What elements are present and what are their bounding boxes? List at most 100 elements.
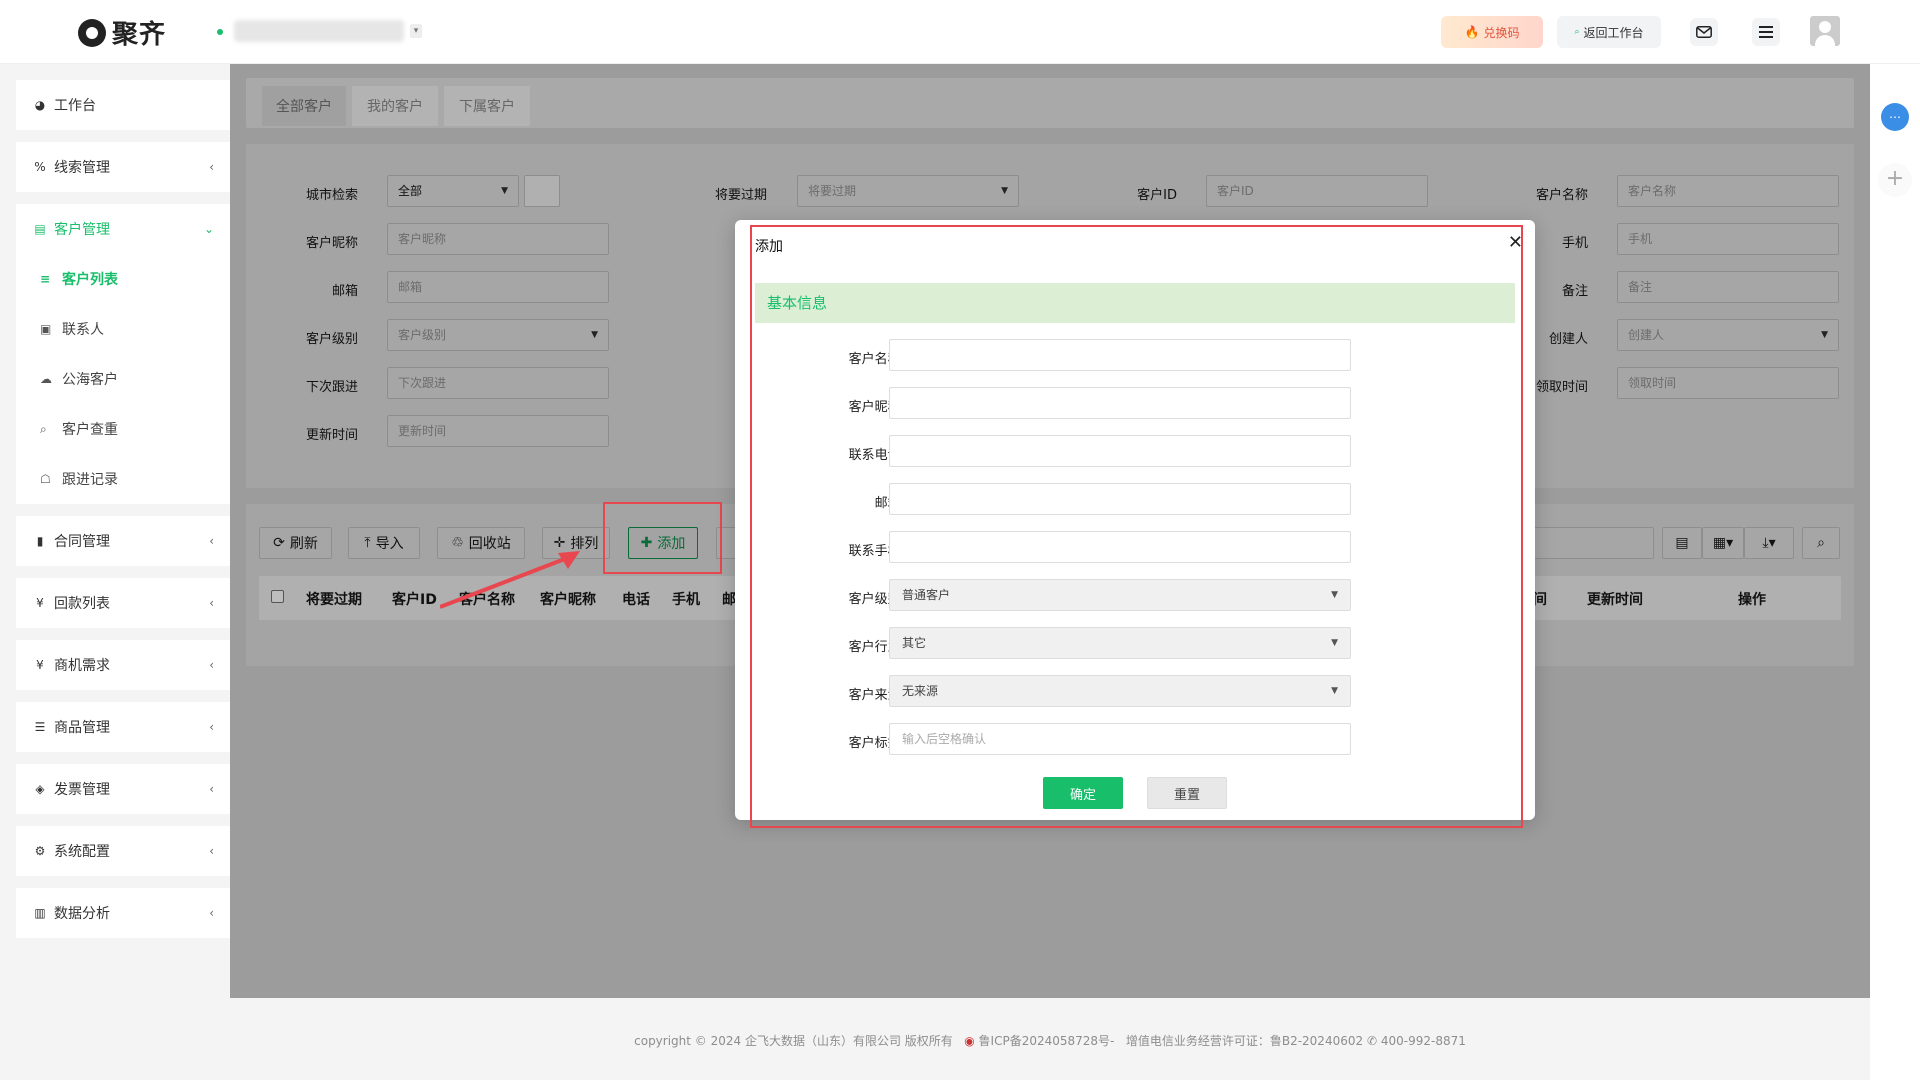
logo-text: 聚齐 [112,20,167,50]
tab-all-customers[interactable]: 全部客户 [262,86,346,126]
city-filter-select[interactable]: 全部 ▼ [387,175,519,207]
chat-bubble-icon[interactable] [1881,103,1909,131]
yen-icon: ¥ [36,596,44,610]
refresh-button[interactable]: ⟳ 刷新 [259,527,332,559]
back-to-workbench-button[interactable]: ⌕ 返回工作台 [1557,16,1661,48]
sidebar-item-products[interactable]: ☰ 商品管理 ‹ [16,702,230,752]
annotation-highlight-add-button [603,502,722,574]
org-switch-caret-icon[interactable]: ▾ [410,24,422,38]
col-phone[interactable]: 电话 [622,589,650,609]
expire-filter-select[interactable]: 将要过期 ▼ [797,175,1019,207]
redeem-code-button[interactable]: 🔥 兑换码 [1441,16,1543,48]
col-actions: 操作 [1738,592,1766,608]
search-icon[interactable]: ⌕ [1802,527,1840,559]
level-filter-placeholder: 客户级别 [398,328,447,342]
back-label: 返回工作台 [1583,25,1644,40]
fire-icon: 🔥 [1464,25,1480,39]
select-all-checkbox[interactable] [271,590,284,603]
sidebar-subitem-public-customers[interactable]: ☁ 公海客户 [16,354,230,404]
mail-icon[interactable] [1690,18,1718,46]
sidebar-subitem-label: 跟进记录 [62,472,118,488]
sidebar-subitem-contacts[interactable]: ▣ 联系人 [16,304,230,354]
logo-icon [78,18,106,47]
sidebar-item-analytics[interactable]: ▥ 数据分析 ‹ [16,888,230,938]
chevron-left-icon: ‹ [209,658,214,672]
upload-icon: ⤒ [364,535,371,551]
import-button[interactable]: ⤒ 导入 [348,527,420,559]
email-filter-input[interactable]: 邮箱 [387,271,609,303]
col-email-partial[interactable]: 邮 [722,589,736,609]
contact-icon: ▣ [40,322,52,336]
org-name-blurred[interactable] [234,20,404,42]
nickname-filter-input[interactable]: 客户昵称 [387,223,609,255]
claim-time-filter-input[interactable]: 领取时间 [1617,367,1839,399]
city-filter-sub-select[interactable] [524,175,560,207]
level-filter-select[interactable]: 客户级别 ▼ [387,319,609,351]
chevron-left-icon: ‹ [209,906,214,920]
col-customer-id[interactable]: 客户ID [392,589,437,609]
mobile-filter-input[interactable]: 手机 [1617,223,1839,255]
logo[interactable]: 聚齐 [78,14,166,51]
chevron-left-icon: ‹ [209,596,214,610]
yen-icon: ¥ [36,658,44,672]
user-avatar[interactable] [1810,16,1840,46]
search-small-icon: ⌕ [1574,27,1580,37]
sidebar-item-label: 系统配置 [54,844,110,860]
sidebar-subitem-customer-list[interactable]: ≡ 客户列表 [16,254,230,304]
sidebar-item-leads[interactable]: % 线索管理 ‹ [16,142,230,192]
sidebar-item-payments[interactable]: ¥ 回款列表 ‹ [16,578,230,628]
caret-down-icon: ▼ [1001,186,1008,196]
sidebar-item-label: 工作台 [54,98,96,114]
list-view-icon[interactable]: ▤ [1662,527,1702,559]
caret-down-icon: ▼ [1821,330,1828,340]
next-followup-filter-input[interactable]: 下次跟进 [387,367,609,399]
sidebar-group: ⚙ 系统配置 ‹ [16,826,230,876]
creator-filter-select[interactable]: 创建人 ▼ [1617,319,1839,351]
customer-name-filter-input[interactable]: 客户名称 [1617,175,1839,207]
sidebar: ◕ 工作台 % 线索管理 ‹ ▤ 客户管理 ⌄ ≡ 客户列表 ▣ 联系人 ☁ 公海客户 ⌕ 客户查… [0,64,230,1080]
sidebar-item-label: 合同管理 [54,534,110,550]
table-search-input[interactable] [1528,527,1654,559]
bookmark-icon: ▮ [36,534,44,548]
chevron-left-icon: ‹ [209,160,214,174]
customer-id-filter-label: 客户ID [1137,188,1177,203]
refresh-label: 刷新 [289,536,318,552]
col-update-time[interactable]: 更新时间 [1587,589,1643,609]
sidebar-subitem-duplicate-check[interactable]: ⌕ 客户查重 [16,404,230,454]
sidebar-item-workbench[interactable]: ◕ 工作台 [16,80,230,130]
footer-copyright: copyright © 2024 企飞大数据（山东）有限公司 版权所有 [634,1034,953,1048]
tab-subordinate-customers[interactable]: 下属客户 [444,86,530,126]
sidebar-item-system-config[interactable]: ⚙ 系统配置 ‹ [16,826,230,876]
sidebar-item-label: 回款列表 [54,596,110,612]
tab-my-customers[interactable]: 我的客户 [352,86,438,126]
remark-filter-input[interactable]: 备注 [1617,271,1839,303]
export-icon[interactable]: ⤓▾ [1744,527,1794,559]
refresh-icon: ⟳ [273,535,285,551]
col-expire[interactable]: 将要过期 [306,589,362,609]
city-filter-value: 全部 [398,184,423,198]
sidebar-item-label: 发票管理 [54,782,110,798]
expire-filter-placeholder: 将要过期 [808,184,857,198]
sidebar-item-customers[interactable]: ▤ 客户管理 ⌄ [16,204,230,254]
sidebar-item-contracts[interactable]: ▮ 合同管理 ‹ [16,516,230,566]
chevron-left-icon: ‹ [209,720,214,734]
customer-id-filter-input[interactable]: 客户ID [1206,175,1428,207]
search-icon: ⌕ [40,421,47,436]
col-mobile[interactable]: 手机 [672,589,700,609]
dashboard-icon: ◕ [34,98,46,112]
sidebar-subitem-follow-records[interactable]: ☖ 跟进记录 [16,454,230,504]
footer: copyright © 2024 企飞大数据（山东）有限公司 版权所有 ◉ 鲁I… [230,1032,1870,1049]
top-header: 聚齐 ▾ 🔥 兑换码 ⌕ 返回工作台 [0,0,1920,64]
sidebar-item-opportunities[interactable]: ¥ 商机需求 ‹ [16,640,230,690]
columns-icon[interactable]: ▦▾ [1702,527,1744,559]
add-widget-button[interactable]: + [1878,163,1912,197]
expire-filter-label: 将要过期 [714,188,767,203]
menu-icon[interactable] [1752,18,1780,46]
footer-icp[interactable]: 鲁ICP备2024058728号- [979,1034,1115,1048]
sidebar-group: % 线索管理 ‹ [16,142,230,192]
sidebar-group: ¥ 回款列表 ‹ [16,578,230,628]
sidebar-item-label: 商品管理 [54,720,110,736]
col-time-partial[interactable]: 间 [1533,589,1547,609]
sidebar-item-invoices[interactable]: ◈ 发票管理 ‹ [16,764,230,814]
update-time-filter-input[interactable]: 更新时间 [387,415,609,447]
